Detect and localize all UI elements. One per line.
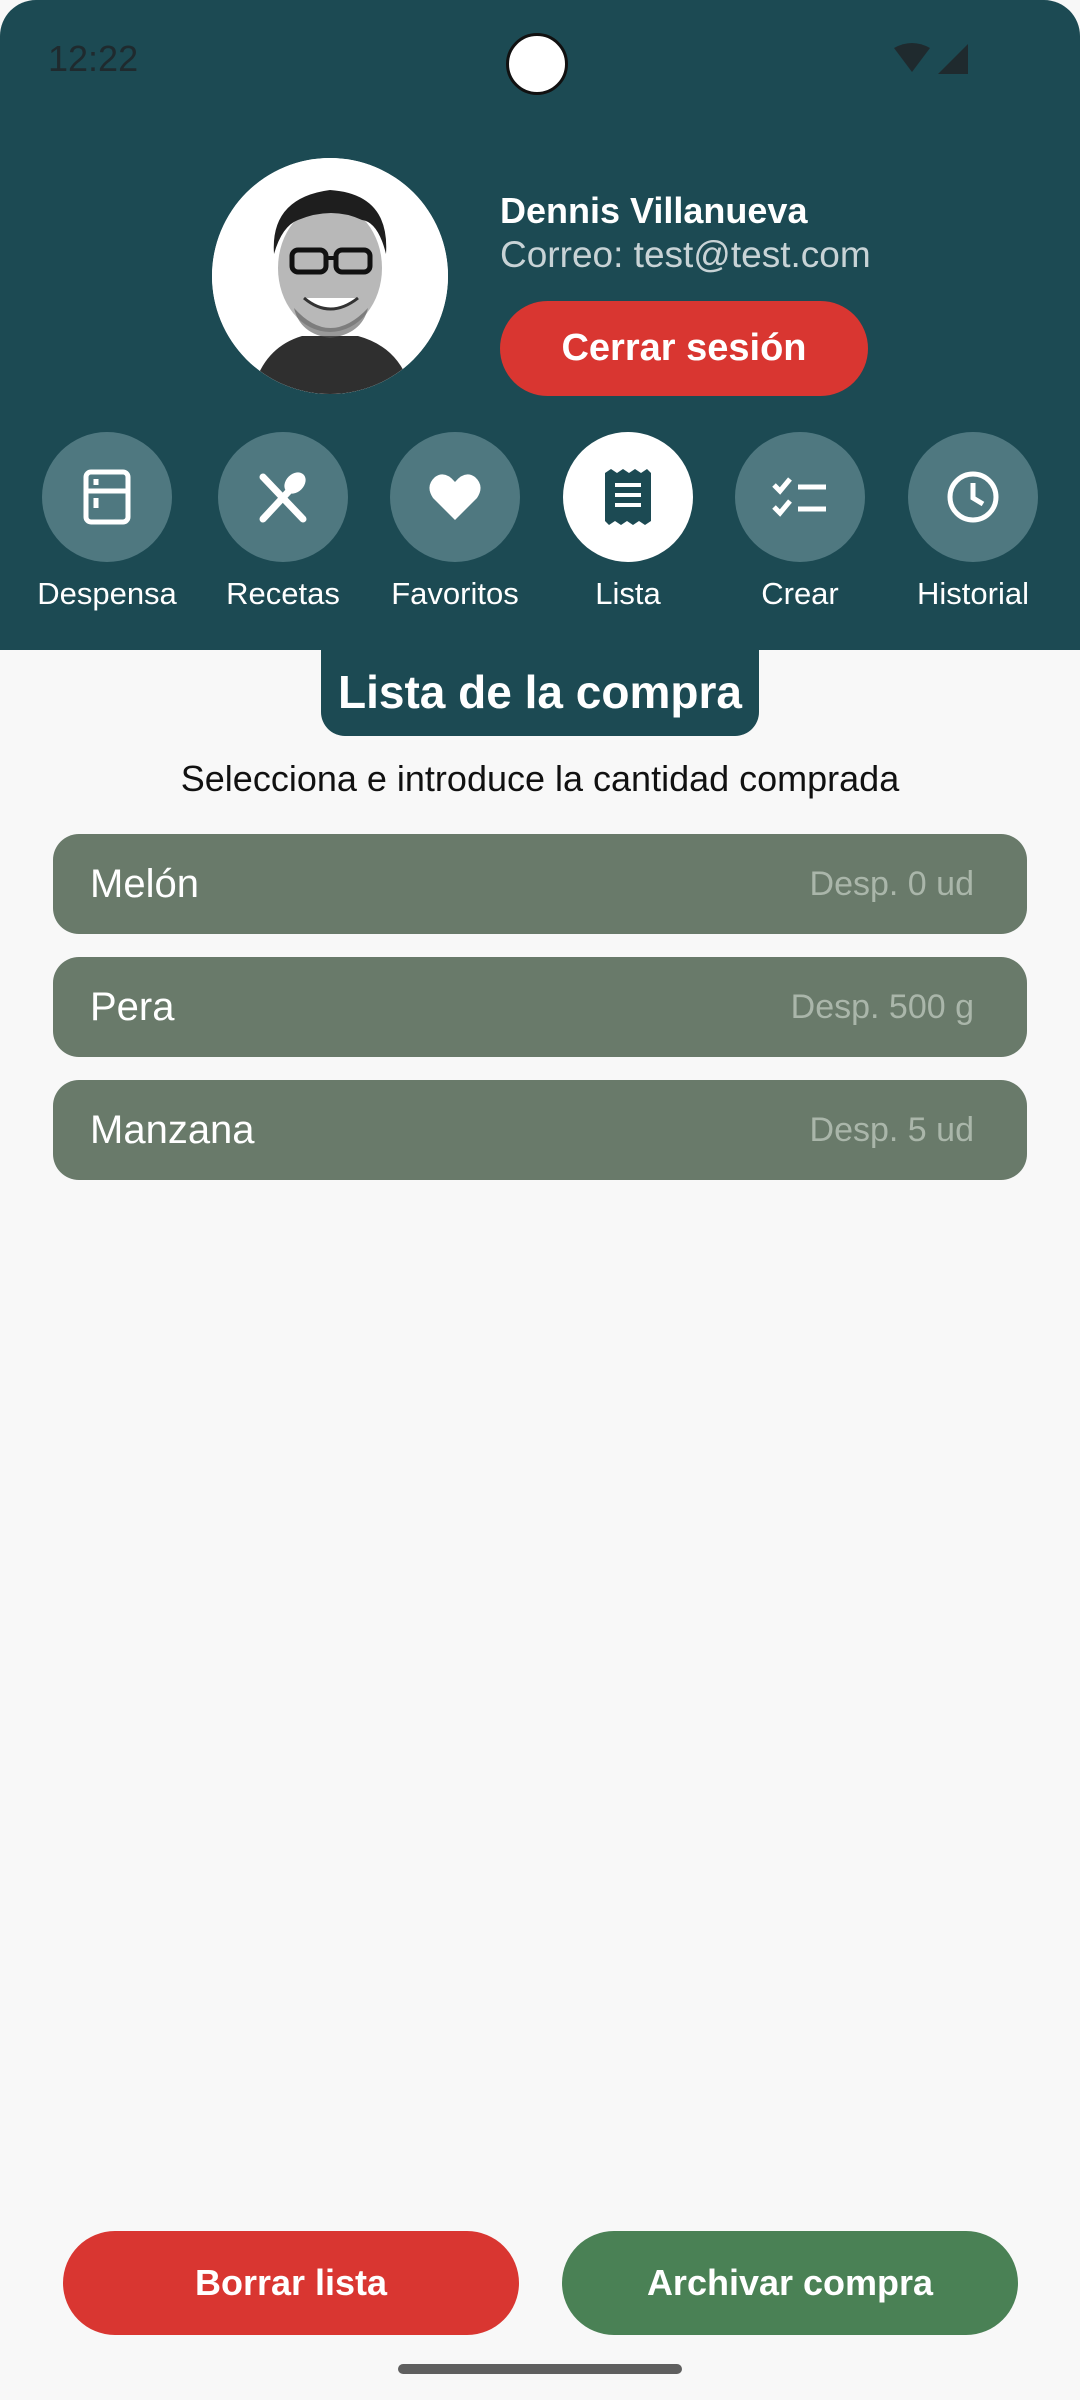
nav-circle <box>735 432 865 562</box>
email-value: test@test.com <box>633 234 871 275</box>
list-item[interactable]: Pera Desp. 500 g <box>53 957 1027 1057</box>
user-email: Correo: test@test.com <box>500 234 871 276</box>
item-stock: Desp. 5 ud <box>809 1110 974 1149</box>
page-title: Lista de la compra <box>321 648 759 736</box>
item-stock: Desp. 0 ud <box>809 864 974 903</box>
signal-icon <box>938 44 968 74</box>
nav-item-crear[interactable]: Crear <box>720 432 880 612</box>
archive-purchase-button[interactable]: Archivar compra <box>562 2231 1018 2335</box>
item-name: Pera <box>90 984 175 1029</box>
item-stock: Desp. 500 g <box>790 987 974 1026</box>
home-indicator[interactable] <box>398 2364 682 2374</box>
nav-label: Favoritos <box>391 576 519 611</box>
clock-icon <box>947 471 999 523</box>
list-item[interactable]: Melón Desp. 0 ud <box>53 834 1027 934</box>
nav-circle <box>42 432 172 562</box>
nav-circle <box>218 432 348 562</box>
checklist-icon <box>772 477 826 517</box>
nav-circle <box>563 432 693 562</box>
profile-header: 12:22 Dennis Villanueva Correo: test@tes… <box>0 0 1080 650</box>
nav-item-lista[interactable]: Lista <box>548 432 708 612</box>
item-name: Manzana <box>90 1107 255 1152</box>
nav-item-recetas[interactable]: Recetas <box>203 432 363 612</box>
nav-label: Lista <box>595 576 661 611</box>
list-item[interactable]: Manzana Desp. 5 ud <box>53 1080 1027 1180</box>
front-camera <box>506 33 568 95</box>
fridge-icon <box>83 469 131 525</box>
nav-item-historial[interactable]: Historial <box>893 432 1053 612</box>
user-name: Dennis Villanueva <box>500 190 808 231</box>
status-icons <box>894 43 968 74</box>
avatar <box>212 158 448 394</box>
nav-circle <box>390 432 520 562</box>
nav-circle <box>908 432 1038 562</box>
logout-button[interactable]: Cerrar sesión <box>500 301 868 396</box>
nav-item-despensa[interactable]: Despensa <box>27 432 187 612</box>
nav-label: Crear <box>761 576 839 611</box>
nav-item-favoritos[interactable]: Favoritos <box>375 432 535 612</box>
status-time: 12:22 <box>48 38 139 79</box>
wifi-icon <box>894 43 930 72</box>
heart-icon <box>429 474 481 520</box>
instruction-text: Selecciona e introduce la cantidad compr… <box>180 758 900 799</box>
nav-label: Historial <box>917 576 1029 611</box>
clear-list-button[interactable]: Borrar lista <box>63 2231 519 2335</box>
utensils-icon <box>259 472 307 523</box>
item-name: Melón <box>90 861 199 906</box>
avatar-photo <box>212 158 448 394</box>
nav-label: Recetas <box>226 576 340 611</box>
nav-label: Despensa <box>37 576 177 611</box>
email-label: Correo: <box>500 234 624 275</box>
receipt-icon <box>605 469 651 525</box>
